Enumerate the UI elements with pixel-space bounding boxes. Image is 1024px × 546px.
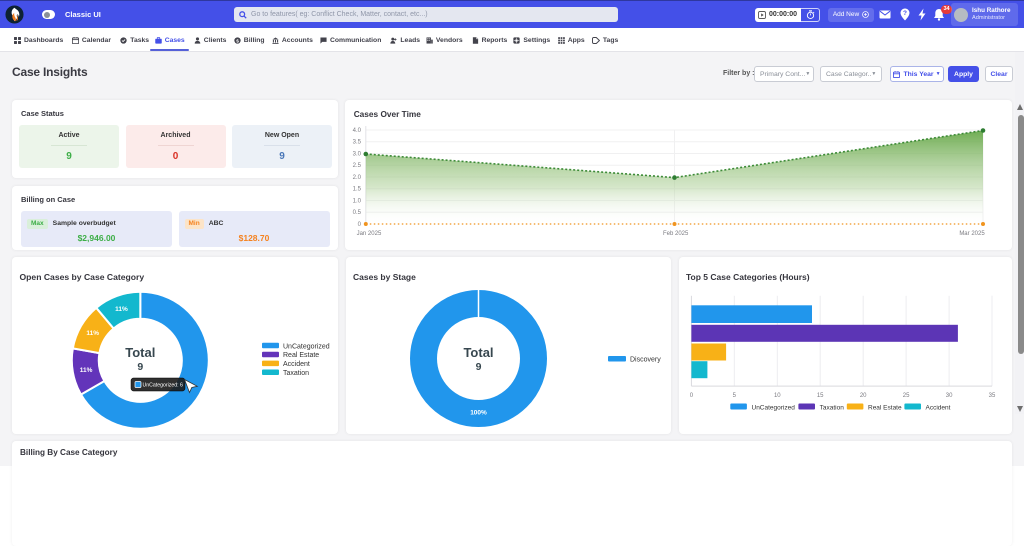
- svg-text:5: 5: [733, 393, 737, 399]
- svg-text:11%: 11%: [115, 306, 128, 313]
- svg-text:4.0: 4.0: [353, 128, 362, 134]
- svg-text:?: ?: [903, 10, 907, 17]
- svg-text:3.5: 3.5: [353, 140, 362, 146]
- svg-text:Total: Total: [463, 345, 493, 360]
- svg-text:0: 0: [358, 222, 362, 228]
- svg-text:Discovery: Discovery: [630, 357, 661, 364]
- svg-text:Real Estate: Real Estate: [283, 352, 319, 359]
- svg-text:Taxation: Taxation: [820, 405, 845, 412]
- svg-text:20: 20: [860, 393, 867, 399]
- svg-text:UnCategorized: 6: UnCategorized: 6: [143, 382, 183, 388]
- svg-text:9: 9: [137, 361, 143, 373]
- svg-text:Total: Total: [125, 345, 155, 360]
- svg-text:10: 10: [774, 393, 781, 399]
- svg-text:2.0: 2.0: [353, 175, 362, 181]
- svg-text:UnCategorized: UnCategorized: [283, 343, 330, 350]
- svg-text:9: 9: [476, 361, 482, 373]
- svg-text:$: $: [236, 38, 239, 44]
- svg-text:0.5: 0.5: [353, 210, 362, 216]
- svg-text:25: 25: [903, 393, 910, 399]
- svg-text:11%: 11%: [80, 367, 93, 374]
- svg-text:UnCategorized: UnCategorized: [752, 405, 796, 412]
- svg-text:Feb 2025: Feb 2025: [663, 231, 689, 237]
- svg-text:15: 15: [817, 393, 824, 399]
- svg-text:Accident: Accident: [926, 405, 951, 412]
- svg-text:30: 30: [946, 393, 953, 399]
- svg-text:1.5: 1.5: [353, 187, 362, 193]
- svg-text:1.0: 1.0: [353, 199, 362, 205]
- svg-text:Jan 2025: Jan 2025: [357, 231, 382, 237]
- svg-text:0: 0: [690, 393, 694, 399]
- svg-text:35: 35: [989, 393, 996, 399]
- svg-text:100%: 100%: [470, 410, 487, 417]
- svg-text:2.5: 2.5: [353, 163, 362, 169]
- svg-text:Real Estate: Real Estate: [868, 405, 902, 412]
- svg-text:Taxation: Taxation: [283, 370, 309, 377]
- svg-text:11%: 11%: [86, 330, 99, 337]
- svg-text:Accident: Accident: [283, 361, 310, 368]
- svg-text:Mar 2025: Mar 2025: [959, 231, 985, 237]
- svg-text:3.0: 3.0: [353, 152, 362, 158]
